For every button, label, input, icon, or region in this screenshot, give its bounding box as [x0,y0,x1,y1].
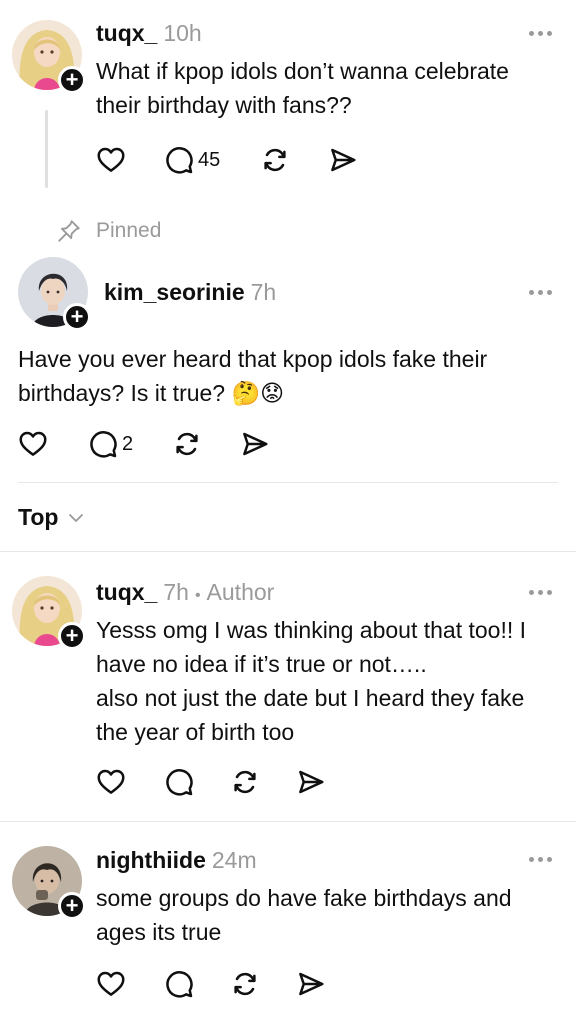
username[interactable]: tuqx_ [96,20,157,47]
post-text-line: birthdays? Is it true? 🤔😟 [18,380,285,406]
comment-icon [88,429,118,459]
repost-icon [230,969,260,999]
repost-button[interactable] [230,969,296,999]
repost-icon [260,145,290,175]
post-text-line: Have you ever heard that kpop idols fake… [18,346,488,372]
repost-button[interactable] [230,767,296,797]
repost-icon [230,767,260,797]
username[interactable]: tuqx_ [96,579,157,606]
heart-icon [96,145,126,175]
more-dots-icon[interactable] [529,590,552,595]
reply-actions [96,767,326,797]
post-text: Have you ever heard that kpop idols fake… [18,342,563,410]
pinned-indicator: Pinned [56,218,161,244]
more-dots-icon[interactable] [529,857,552,862]
reply-button[interactable] [164,969,230,999]
share-button[interactable] [328,145,358,175]
follow-plus-icon[interactable]: + [58,892,86,920]
reply-count: 45 [198,148,221,171]
post-header: tuqx_ 10h [96,20,202,48]
meta-separator: • [194,587,201,604]
divider [0,821,576,822]
post-text: What if kpop idols don’t wanna celebrate… [96,54,566,122]
comment-icon [164,767,194,797]
more-dots-icon[interactable] [529,290,552,295]
repost-icon [172,429,202,459]
comment-icon [164,969,194,999]
reply-button[interactable]: 2 [88,429,172,459]
send-icon [240,429,270,459]
reply-button[interactable] [164,767,230,797]
reply-button[interactable]: 45 [164,145,260,175]
post-actions: 45 [96,145,358,175]
like-button[interactable] [18,429,88,459]
avatar[interactable]: + [12,20,86,94]
more-dots-icon[interactable] [529,31,552,36]
reply-count: 2 [122,432,134,455]
like-button[interactable] [96,969,164,999]
post-actions: 2 [18,429,270,459]
comment-icon [164,145,194,175]
reply-text: Yesss omg I was thinking about that too!… [96,613,566,749]
author-badge: Author [206,579,275,605]
username[interactable]: nighthiide [96,847,206,874]
send-icon [296,767,326,797]
like-button[interactable] [96,145,164,175]
follow-plus-icon[interactable]: + [58,66,86,94]
timestamp: 7h [163,579,189,605]
send-icon [296,969,326,999]
follow-plus-icon[interactable]: + [63,303,91,331]
follow-plus-icon[interactable]: + [58,622,86,650]
post-text-line: their birthday with fans?? [96,92,352,118]
reply-text-line: the year of birth too [96,719,295,745]
chevron-down-icon [69,513,84,522]
heart-icon [96,969,126,999]
send-icon [328,145,358,175]
avatar[interactable]: + [12,576,86,650]
divider [18,482,558,483]
post-header: kim_seorinie 7h [104,279,276,306]
reply-header: tuqx_ 7h • Author [96,579,274,606]
thread-line [45,110,48,188]
reply-text: some groups do have fake birthdays and a… [96,881,566,949]
sort-label: Top [18,504,59,530]
repost-button[interactable] [260,145,328,175]
timestamp: 10h [163,20,202,46]
share-button[interactable] [240,429,270,459]
timestamp: 24m [211,847,257,873]
pinned-label: Pinned [96,219,162,242]
reply-text-line: also not just the date but I heard they … [96,685,525,711]
heart-icon [18,429,48,459]
repost-button[interactable] [172,429,240,459]
share-button[interactable] [296,767,326,797]
timestamp: 7h [250,279,277,305]
avatar[interactable]: + [12,846,86,920]
like-button[interactable] [96,767,164,797]
reply-text-line: have no idea if it’s true or not….. [96,651,427,677]
reply-header: nighthiide 24m [96,847,257,874]
heart-icon [96,767,126,797]
reply-actions [96,969,326,999]
avatar[interactable]: + [18,257,91,331]
reply-text-line: ages its true [96,919,222,945]
reply-text-line: some groups do have fake birthdays and [96,885,512,911]
pin-icon [58,220,80,242]
reply-text-line: Yesss omg I was thinking about that too!… [96,617,527,643]
divider [0,551,576,552]
username[interactable]: kim_seorinie [104,279,245,306]
share-button[interactable] [296,969,326,999]
post-text-line: What if kpop idols don’t wanna celebrate [96,58,509,84]
sort-dropdown[interactable]: Top [18,504,86,531]
